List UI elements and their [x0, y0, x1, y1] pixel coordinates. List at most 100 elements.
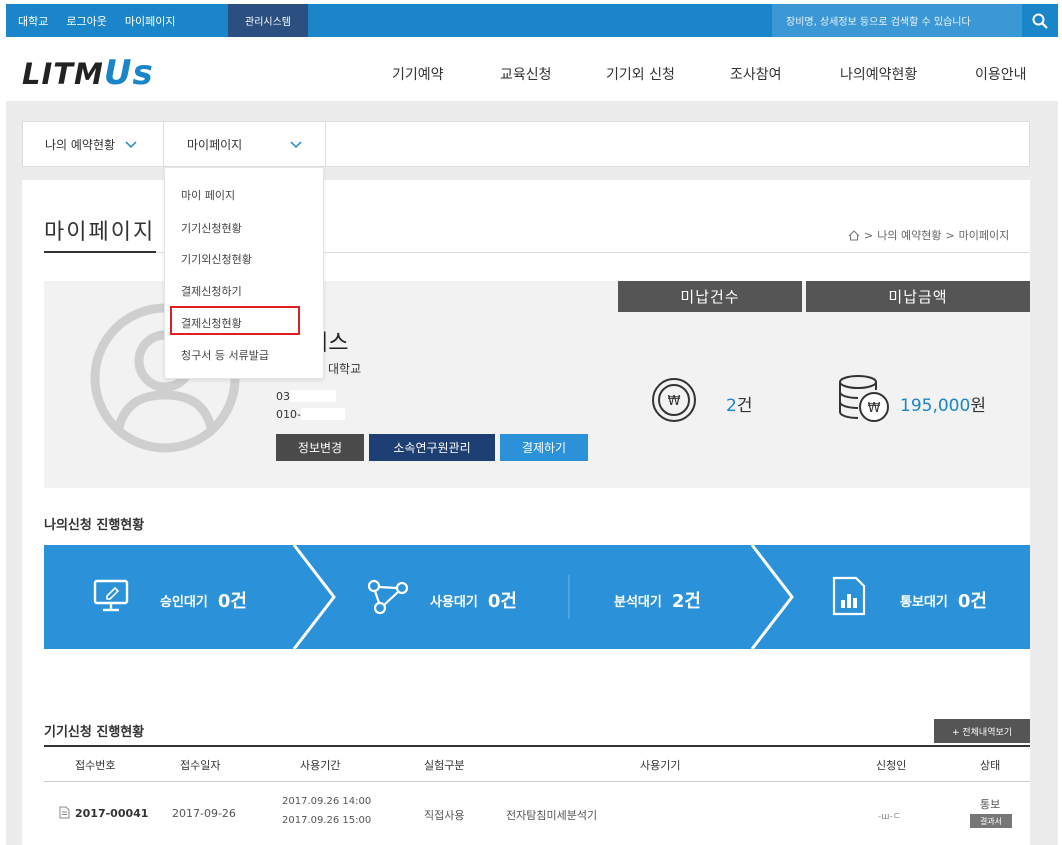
user-mobile: 010-62 — [276, 408, 345, 421]
svg-text:₩: ₩ — [668, 394, 681, 409]
dropdown-item-equipment-status[interactable]: 기기신청현황 — [181, 220, 242, 236]
highlight-box — [170, 306, 300, 335]
table-top-border — [44, 745, 1030, 747]
home-icon[interactable] — [848, 229, 860, 241]
dropdown-item-non-equipment-status[interactable]: 기기외신청현황 — [181, 251, 252, 267]
mobile-start: 010- — [276, 408, 301, 421]
progress-section-title: 나의신청 진행현황 — [44, 518, 145, 533]
nav-survey[interactable]: 조사참여 — [730, 64, 782, 84]
step-count: 0건 — [487, 591, 517, 612]
step-label: 승인대기 — [160, 594, 208, 610]
manage-researchers-button[interactable]: 소속연구원관리 — [369, 434, 495, 461]
step-count: 0건 — [217, 591, 247, 612]
coin-icon: ₩ — [652, 378, 696, 422]
col-header-period: 사용기간 — [300, 759, 341, 772]
search-icon — [1032, 13, 1048, 29]
unpaid-count-unit: 건 — [736, 396, 753, 416]
top-bar: 대학교 로그아웃 마이페이지 관리시스템 장비명, 상세정보 등으로 검색할 수… — [6, 4, 1058, 37]
title-underline — [44, 251, 156, 253]
sub-navigation: 나의 예약현황 마이페이지 — [22, 121, 1030, 167]
svg-text:₩: ₩ — [868, 401, 881, 416]
breadcrumb-item[interactable]: 마이페이지 — [959, 227, 1010, 243]
cell-status: 통보 — [980, 798, 1001, 811]
subnav-mypage[interactable]: 마이페이지 — [187, 136, 302, 153]
cell-device: 전자탐침미세분석기 — [506, 809, 598, 822]
document-icon — [59, 806, 70, 819]
monitor-icon — [93, 579, 129, 612]
result-report-badge[interactable]: 결과서 — [970, 814, 1012, 828]
edit-info-button[interactable]: 정보변경 — [276, 434, 364, 461]
search-button[interactable] — [1022, 4, 1058, 37]
nav-equipment-reservation[interactable]: 기기예약 — [392, 64, 444, 84]
col-header-type: 실험구분 — [424, 759, 465, 772]
step-label: 통보대기 — [900, 594, 948, 610]
view-all-button[interactable]: + 전체내역보기 — [934, 719, 1030, 743]
top-link-logout[interactable]: 로그아웃 — [66, 13, 106, 29]
step-awaiting-use[interactable]: 사용대기 0건 — [430, 587, 517, 613]
subnav-my-reservations-label: 나의 예약현황 — [45, 138, 116, 152]
report-chart-icon — [832, 576, 866, 616]
col-header-date: 접수일자 — [180, 759, 221, 772]
col-header-device: 사용기기 — [640, 759, 681, 772]
table-section-title: 기기신청 진행현황 — [44, 725, 145, 740]
breadcrumb-item[interactable]: 나의 예약현황 — [877, 227, 941, 243]
nav-my-reservations[interactable]: 나의예약현황 — [840, 64, 917, 84]
breadcrumb-separator: > — [945, 228, 955, 242]
pay-button[interactable]: 결제하기 — [500, 434, 588, 461]
search-input[interactable]: 장비명, 상세정보 등으로 검색할 수 있습니다 — [772, 4, 1022, 37]
nav-non-equipment-apply[interactable]: 기기외 신청 — [606, 64, 675, 84]
nav-education-apply[interactable]: 교육신청 — [500, 64, 552, 84]
cell-date: 2017-09-26 — [172, 807, 236, 820]
cell-period-end: 2017.09.26 15:00 — [282, 815, 372, 826]
redaction-mask — [290, 390, 336, 402]
unpaid-count-value: 2건 — [726, 391, 752, 416]
user-university: 대학교 — [328, 362, 362, 376]
user-phone: 03005 — [276, 390, 336, 403]
nav-usage-guide[interactable]: 이용안내 — [975, 64, 1027, 84]
cell-period-start: 2017.09.26 14:00 — [282, 796, 372, 807]
top-link-mypage[interactable]: 마이페이지 — [125, 13, 176, 29]
unpaid-amount-number: 195,000 — [900, 396, 971, 416]
dropdown-item-payment-request[interactable]: 결제신청하기 — [181, 283, 242, 299]
page-title: 마이페이지 — [44, 220, 156, 245]
unpaid-amount-value: 195,000원 — [900, 391, 986, 416]
admin-system-button[interactable]: 관리시스템 — [228, 4, 308, 37]
step-awaiting-approval[interactable]: 승인대기 0건 — [160, 587, 247, 613]
dropdown-item-mypage[interactable]: 마이 페이지 — [181, 187, 235, 203]
breadcrumb: > 나의 예약현황 > 마이페이지 — [848, 227, 1009, 243]
step-label: 분석대기 — [614, 594, 662, 610]
logo-accent-text: Us — [103, 53, 154, 93]
redaction-mask — [300, 408, 345, 420]
col-header-status: 상태 — [980, 759, 1001, 772]
cell-applicant: -ш-ㄷ — [878, 812, 902, 822]
unpaid-count-number: 2 — [726, 396, 737, 416]
litmus-logo[interactable]: LITMUs — [22, 53, 154, 93]
unpaid-count-header: 미납건수 — [618, 281, 802, 312]
mypage-dropdown-menu: 마이 페이지 기기신청현황 기기외신청현황 결제신청하기 결제신청현황 청구서 … — [164, 167, 324, 379]
subnav-divider — [325, 122, 326, 167]
cell-type: 직접사용 — [424, 809, 465, 822]
step-awaiting-notice[interactable]: 통보대기 0건 — [900, 587, 987, 613]
dropdown-item-document-issue[interactable]: 청구서 등 서류발급 — [181, 347, 269, 363]
money-stack-icon: ₩ — [839, 375, 889, 422]
cell-number[interactable]: 2017-00041 — [75, 807, 148, 820]
share-nodes-icon — [368, 579, 409, 614]
top-link-university[interactable]: 대학교 — [18, 13, 48, 29]
breadcrumb-separator: > — [864, 228, 874, 242]
subnav-my-reservations[interactable]: 나의 예약현황 — [45, 136, 137, 153]
subnav-divider — [163, 122, 164, 167]
logo-main-text: LITM — [22, 57, 104, 91]
unpaid-amount-header: 미납금액 — [806, 281, 1030, 312]
top-links: 대학교 로그아웃 마이페이지 — [18, 4, 193, 37]
step-awaiting-analysis[interactable]: 분석대기 2건 — [614, 587, 701, 613]
col-header-applicant: 신청인 — [876, 759, 907, 772]
unpaid-amount-unit: 원 — [970, 396, 986, 416]
step-count: 2건 — [671, 591, 701, 612]
step-count: 0건 — [957, 591, 987, 612]
chevron-down-icon — [125, 141, 137, 149]
table-header-divider — [44, 781, 1030, 782]
step-label: 사용대기 — [430, 594, 478, 610]
col-header-number: 접수번호 — [75, 759, 116, 772]
chevron-down-icon — [290, 141, 302, 149]
subnav-mypage-label: 마이페이지 — [187, 138, 243, 152]
